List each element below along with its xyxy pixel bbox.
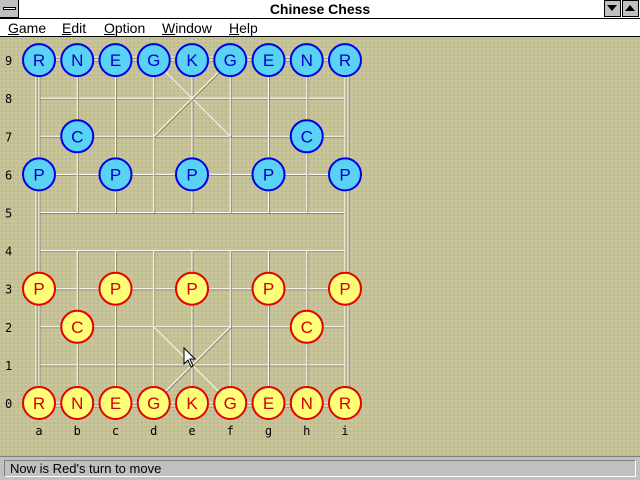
piece-label: R	[339, 394, 351, 413]
piece-label: P	[339, 280, 350, 299]
file-label: g	[265, 424, 272, 438]
menu-option[interactable]: Option	[104, 20, 145, 36]
piece-label: P	[110, 280, 121, 299]
piece-label: E	[110, 51, 121, 70]
file-label: b	[74, 424, 81, 438]
piece-label: K	[186, 51, 198, 70]
piece-label: P	[186, 165, 197, 184]
board-area[interactable]: 0123456789abcdefghiRNEGKGENRCCPPPPPPPPPP…	[0, 37, 640, 456]
piece-label: N	[71, 394, 83, 413]
rank-label: 5	[5, 207, 12, 221]
window-title: Chinese Chess	[269, 1, 371, 17]
chess-board[interactable]: 0123456789a b c d e f g h iR N E G K G E N RC CP P P P PP P P P P…	[0, 37, 640, 456]
piece-label: E	[263, 51, 274, 70]
file-label: a	[35, 424, 42, 438]
file-label: e	[188, 424, 195, 438]
file-label: d	[150, 424, 157, 438]
menu-bar: Game Edit Option Window Help	[0, 19, 640, 37]
piece-label: N	[301, 51, 313, 70]
file-label: f	[227, 424, 234, 438]
piece-label: E	[263, 394, 274, 413]
maximize-arrow-icon	[625, 5, 635, 11]
piece-label: G	[224, 394, 237, 413]
title-bar[interactable]: Chinese Chess	[0, 0, 640, 19]
status-bar: Now is Red's turn to move	[0, 456, 640, 480]
rank-label: 9	[5, 54, 12, 68]
minimize-arrow-icon	[607, 5, 617, 11]
minimize-button[interactable]	[604, 0, 621, 17]
rank-label: 1	[5, 359, 12, 373]
menu-game[interactable]: Game	[8, 20, 46, 36]
piece-label: P	[110, 165, 121, 184]
menu-edit[interactable]: Edit	[62, 20, 86, 36]
piece-label: P	[339, 165, 350, 184]
piece-label: C	[71, 127, 83, 146]
piece-label: N	[71, 51, 83, 70]
piece-label: C	[301, 127, 313, 146]
piece-label: P	[33, 280, 44, 299]
piece-label: P	[33, 165, 44, 184]
piece-label: R	[33, 51, 45, 70]
menu-help[interactable]: Help	[229, 20, 258, 36]
piece-label: C	[71, 318, 83, 337]
piece-label: R	[339, 51, 351, 70]
piece-label: P	[263, 280, 274, 299]
rank-label: 4	[5, 245, 12, 259]
piece-label: G	[224, 51, 237, 70]
file-label: i	[341, 424, 348, 438]
piece-label: K	[186, 394, 198, 413]
maximize-button[interactable]	[622, 0, 639, 17]
rank-label: 8	[5, 92, 12, 106]
piece-label: C	[301, 318, 313, 337]
rank-label: 7	[5, 130, 12, 144]
rank-label: 6	[5, 168, 12, 182]
rank-label: 0	[5, 397, 12, 411]
piece-label: R	[33, 394, 45, 413]
rank-label: 2	[5, 321, 12, 335]
file-label: h	[303, 424, 310, 438]
piece-label: P	[263, 165, 274, 184]
piece-label: G	[147, 394, 160, 413]
status-text: Now is Red's turn to move	[4, 460, 636, 477]
piece-label: G	[147, 51, 160, 70]
rank-label: 3	[5, 283, 12, 297]
piece-label: N	[301, 394, 313, 413]
file-label: c	[112, 424, 119, 438]
piece-label: E	[110, 394, 121, 413]
menu-window[interactable]: Window	[162, 20, 212, 36]
piece-label: P	[186, 280, 197, 299]
